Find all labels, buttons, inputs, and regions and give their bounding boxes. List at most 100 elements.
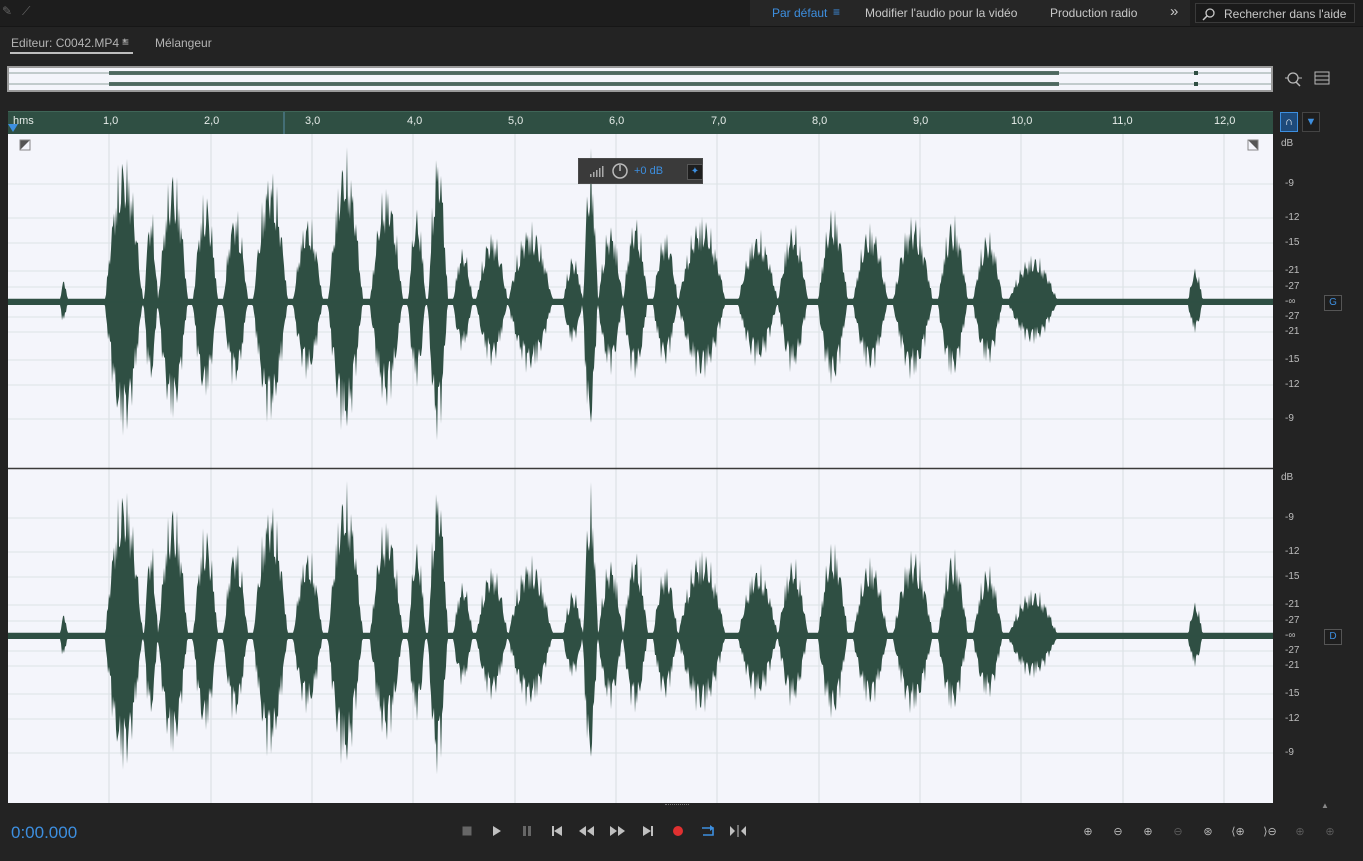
zoom-out-full-button[interactable]: ⊛ [1198,822,1218,840]
stop-icon [462,826,472,836]
fast-forward-icon [610,826,625,836]
db-tick-label: -9 [1285,413,1294,424]
zoom-out-point-button[interactable]: ⟩⊖ [1260,822,1280,840]
db-tick-label: -15 [1285,688,1300,699]
zoom-selection-icon: ⊕ [1295,825,1305,838]
tab-editor[interactable]: Editeur: C0042.MP4 * [11,36,127,50]
workspace-radio[interactable]: Production radio [1050,6,1137,20]
fade-out-handle [1248,140,1258,150]
tab-mixer[interactable]: Mélangeur [155,36,212,50]
waveform-left-channel [8,147,1273,441]
zoom-in-amplitude-button[interactable]: ⊕ [1078,822,1098,840]
pause-icon [523,826,531,836]
gain-knob-icon[interactable] [611,162,629,180]
db-tick-label: -15 [1285,237,1300,248]
waveform-path [8,481,1273,775]
db-tick-label: -12 [1285,379,1300,390]
search-icon [1202,8,1215,21]
play-button[interactable] [487,822,507,840]
db-tick-label: -∞ [1285,630,1296,641]
db-tick-label: -21 [1285,660,1300,671]
db-unit-label: dB [1281,138,1294,149]
overview-waveform [9,71,1271,86]
record-button[interactable] [668,822,688,840]
db-tick-label: -27 [1285,645,1300,656]
waveform-right-channel [8,481,1273,775]
zoom-in-amplitude-icon: ⊕ [1083,825,1093,838]
zoom-full-icon[interactable] [1284,70,1304,88]
pin-hud-button[interactable]: ✦ [687,164,703,180]
workspace-video-audio[interactable]: Modifier l'audio pour la vidéo [865,6,1017,20]
workspace-menu-icon[interactable]: ≡ [833,5,840,19]
level-bars-icon [590,166,604,177]
stop-button[interactable] [457,822,477,840]
waveform-overview[interactable] [7,66,1273,92]
marker-button[interactable]: ▼ [1302,112,1320,132]
skip-forward-icon [643,826,653,836]
db-tick-label: -15 [1285,354,1300,365]
db-tick-label: -27 [1285,311,1300,322]
skip-back-icon [552,826,562,836]
go-to-end-button[interactable] [638,822,658,840]
time-display[interactable]: 0:00.000 [11,823,77,843]
channel-right-toggle[interactable]: D [1324,629,1342,645]
db-tick-label: -21 [1285,265,1300,276]
db-tick-label: -9 [1285,178,1294,189]
help-search-input[interactable]: Rechercher dans l'aide [1195,3,1355,23]
active-tab-indicator [10,52,133,54]
rewind-button[interactable] [577,822,597,840]
zoom-in-time-button[interactable]: ⊕ [1138,822,1158,840]
record-icon [673,826,683,836]
db-tick-label: -12 [1285,713,1300,724]
more-workspaces-icon[interactable]: » [1170,3,1178,20]
loop-icon [702,825,714,836]
loop-button[interactable] [698,822,718,840]
zoom-in-point-icon: ⟨⊕ [1231,825,1245,838]
gain-value[interactable]: +0 dB [634,165,663,177]
tool-icon[interactable]: ✎ [2,4,12,18]
db-tick-label: -21 [1285,326,1300,337]
pause-button[interactable] [517,822,537,840]
play-icon [493,826,501,836]
skip-selection-button[interactable] [728,822,748,840]
db-unit-label: dB [1281,472,1294,483]
db-tick-label: -∞ [1285,296,1296,307]
zoom-selection-button[interactable]: ⊕ [1290,822,1310,840]
db-scale: dB -9 -12 -15 -21 -27 -∞ -27 -21 -15 -12 -9 dB -9 -12 -… [1273,134,1363,803]
waveform-path [8,147,1273,441]
go-to-start-button[interactable] [547,822,567,840]
zoom-in-point-button[interactable]: ⟨⊕ [1228,822,1248,840]
time-ruler[interactable]: hms 1,0 2,0 3,0 4,0 5,0 6,0 7,0 8,0 9,0 … [8,111,1273,135]
skip-icon [730,825,746,837]
db-tick-label: -9 [1285,512,1294,523]
db-tick-label: -27 [1285,281,1300,292]
zoom-full-icon: ⊛ [1203,825,1213,838]
zoom-out-time-button[interactable]: ⊖ [1168,822,1188,840]
zoom-tracks-button[interactable]: ⊕ [1320,822,1340,840]
db-tick-label: -12 [1285,546,1300,557]
db-tick-label: -12 [1285,212,1300,223]
ruler-ticks [8,112,285,135]
rewind-icon [579,826,594,836]
panel-options-icon[interactable] [1314,71,1330,85]
db-tick-label: -21 [1285,599,1300,610]
zoom-in-time-icon: ⊕ [1143,825,1153,838]
gain-hud[interactable]: +0 dB ✦ [578,158,703,184]
workspace-default[interactable]: Par défaut [772,6,827,20]
tab-menu-icon[interactable]: ≡ [122,35,129,49]
zoom-tracks-icon: ⊕ [1325,825,1335,838]
panel-tab-bar: Editeur: C0042.MP4 * ≡ Mélangeur [0,27,1363,57]
snap-button[interactable]: ∩ [1280,112,1298,132]
zoom-out-amplitude-icon: ⊖ [1113,825,1123,838]
fade-in-handle [20,140,30,150]
zoom-out-time-icon: ⊖ [1173,825,1183,838]
db-tick-label: -27 [1285,615,1300,626]
waveform-display[interactable] [8,134,1273,803]
zoom-out-point-icon: ⟩⊖ [1263,825,1277,838]
zoom-out-amplitude-button[interactable]: ⊖ [1108,822,1128,840]
search-placeholder: Rechercher dans l'aide [1224,7,1347,21]
fast-forward-button[interactable] [607,822,627,840]
brush-icon[interactable]: ⟋ [22,4,30,19]
db-tick-label: -9 [1285,747,1294,758]
channel-left-toggle[interactable]: G [1324,295,1342,311]
